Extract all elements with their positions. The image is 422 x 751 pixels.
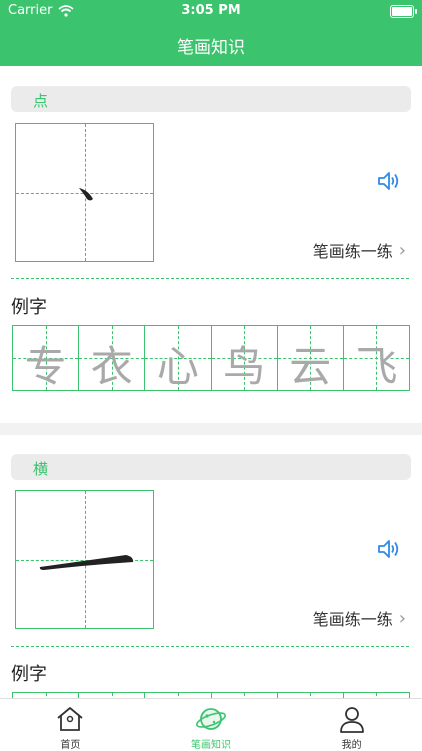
speaker-icon[interactable] bbox=[377, 170, 401, 192]
tab-label: 我的 bbox=[341, 740, 362, 751]
practice-label: 笔画练一练 bbox=[312, 610, 393, 629]
example-char: 飞 bbox=[355, 342, 398, 391]
planet-icon bbox=[196, 708, 226, 730]
practice-link[interactable]: 笔画练一练 › bbox=[313, 606, 406, 630]
chevron-right-icon: › bbox=[398, 239, 406, 261]
stroke-list[interactable]: 点 笔画练一练 › 例字 专 衣 心 鸟 云 飞 横 笔画练一练 › 例字 bbox=[0, 66, 422, 698]
example-char-cell[interactable]: 云 bbox=[277, 326, 344, 391]
nav-header: Carrier 3:05 PM 笔画知识 bbox=[0, 0, 422, 66]
example-char-cell[interactable]: 心 bbox=[145, 326, 212, 391]
examples-grid: 专 衣 心 鸟 云 飞 bbox=[12, 325, 410, 391]
tab-home[interactable]: 首页 bbox=[0, 699, 141, 751]
stroke-dot-glyph bbox=[79, 188, 93, 201]
battery-icon bbox=[390, 5, 417, 18]
example-char-cell[interactable]: 飞 bbox=[343, 326, 410, 391]
home-icon bbox=[57, 707, 83, 731]
practice-link[interactable]: 笔画练一练 › bbox=[313, 238, 406, 262]
person-icon bbox=[339, 707, 364, 733]
examples-label: 例字 bbox=[11, 664, 47, 685]
stroke-header: 横 bbox=[11, 454, 411, 480]
stroke-card: 点 笔画练一练 › 例字 专 衣 心 鸟 云 飞 bbox=[0, 66, 422, 423]
divider bbox=[11, 278, 409, 279]
page-title: 笔画知识 bbox=[177, 38, 245, 58]
stroke-name: 横 bbox=[33, 460, 49, 478]
example-char: 心 bbox=[156, 342, 199, 391]
examples-label: 例字 bbox=[11, 297, 47, 318]
speaker-icon[interactable] bbox=[377, 538, 401, 560]
stroke-demo-grid[interactable] bbox=[15, 490, 154, 629]
example-char: 鸟 bbox=[223, 342, 266, 391]
example-char-cell[interactable]: 专 bbox=[13, 326, 80, 391]
tab-label: 首页 bbox=[60, 740, 81, 751]
tab-stroke-knowledge[interactable]: 笔画知识 bbox=[141, 699, 282, 751]
example-char: 专 bbox=[24, 342, 67, 391]
example-char: 云 bbox=[289, 342, 332, 391]
stroke-demo-grid[interactable] bbox=[15, 123, 154, 262]
status-bar: Carrier 3:05 PM bbox=[0, 0, 422, 22]
divider bbox=[11, 646, 409, 647]
stroke-card: 横 笔画练一练 › 例字 bbox=[0, 435, 422, 698]
practice-label: 笔画练一练 bbox=[312, 242, 393, 261]
stroke-header: 点 bbox=[11, 86, 411, 112]
tab-bar: 首页 笔画知识 我的 bbox=[0, 698, 422, 751]
chevron-right-icon: › bbox=[398, 607, 406, 629]
status-time: 3:05 PM bbox=[181, 3, 241, 18]
example-char-cell[interactable]: 鸟 bbox=[211, 326, 278, 391]
tab-label: 笔画知识 bbox=[191, 740, 231, 751]
example-char-cell[interactable]: 衣 bbox=[79, 326, 146, 391]
stroke-heng-glyph bbox=[39, 555, 134, 570]
example-char: 衣 bbox=[90, 342, 133, 391]
tab-me[interactable]: 我的 bbox=[281, 699, 422, 751]
stroke-name: 点 bbox=[33, 92, 49, 110]
